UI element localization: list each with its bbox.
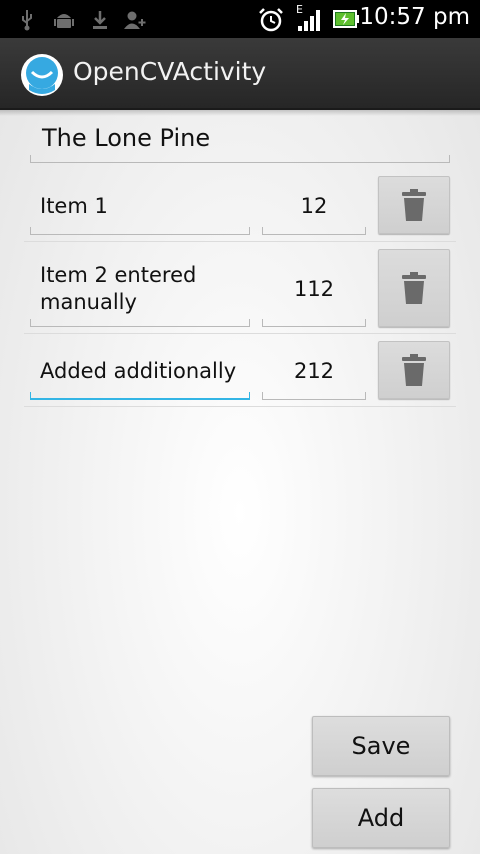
clock: 10:57 pm bbox=[359, 4, 470, 30]
download-icon bbox=[93, 11, 107, 29]
save-button[interactable]: Save bbox=[312, 716, 450, 776]
android-debug-icon bbox=[54, 14, 74, 28]
row-divider bbox=[24, 241, 456, 242]
action-bar: OpenCVActivity bbox=[0, 38, 480, 110]
delete-item-button[interactable] bbox=[378, 249, 450, 327]
item-quantity-underline bbox=[262, 392, 366, 400]
list-name-underline bbox=[30, 155, 450, 163]
signal-icon bbox=[298, 10, 320, 31]
add-contact-icon bbox=[124, 11, 146, 29]
row-divider bbox=[24, 333, 456, 334]
status-bar: E 10:57 pm bbox=[0, 0, 480, 38]
delete-item-button[interactable] bbox=[378, 341, 450, 399]
action-bar-shadow bbox=[0, 110, 480, 116]
item-name-underline-focused bbox=[30, 392, 250, 400]
item-quantity-text: 212 bbox=[293, 359, 335, 383]
item-name-text-line1: Item 2 entered bbox=[40, 263, 197, 287]
item-name-text: Item 1 bbox=[40, 194, 108, 218]
item-name-text: Added additionally bbox=[40, 359, 237, 383]
item-name-underline bbox=[30, 227, 250, 235]
usb-icon bbox=[22, 10, 32, 31]
trash-icon bbox=[402, 189, 426, 221]
battery-charging-icon bbox=[333, 10, 359, 28]
list-name-text: The Lone Pine bbox=[42, 124, 211, 152]
item-quantity-underline bbox=[262, 227, 366, 235]
alarm-icon bbox=[259, 8, 283, 32]
item-name-underline bbox=[30, 319, 250, 327]
item-quantity-text: 112 bbox=[293, 277, 335, 301]
trash-icon bbox=[402, 354, 426, 386]
app-icon[interactable] bbox=[21, 54, 63, 96]
row-divider bbox=[24, 406, 456, 407]
item-quantity-text: 12 bbox=[300, 194, 328, 218]
item-name-text-line2: manually bbox=[40, 290, 137, 314]
app-title: OpenCVActivity bbox=[73, 57, 267, 86]
add-button[interactable]: Add bbox=[312, 788, 450, 848]
trash-icon bbox=[402, 272, 426, 304]
delete-item-button[interactable] bbox=[378, 176, 450, 234]
item-quantity-underline bbox=[262, 319, 366, 327]
